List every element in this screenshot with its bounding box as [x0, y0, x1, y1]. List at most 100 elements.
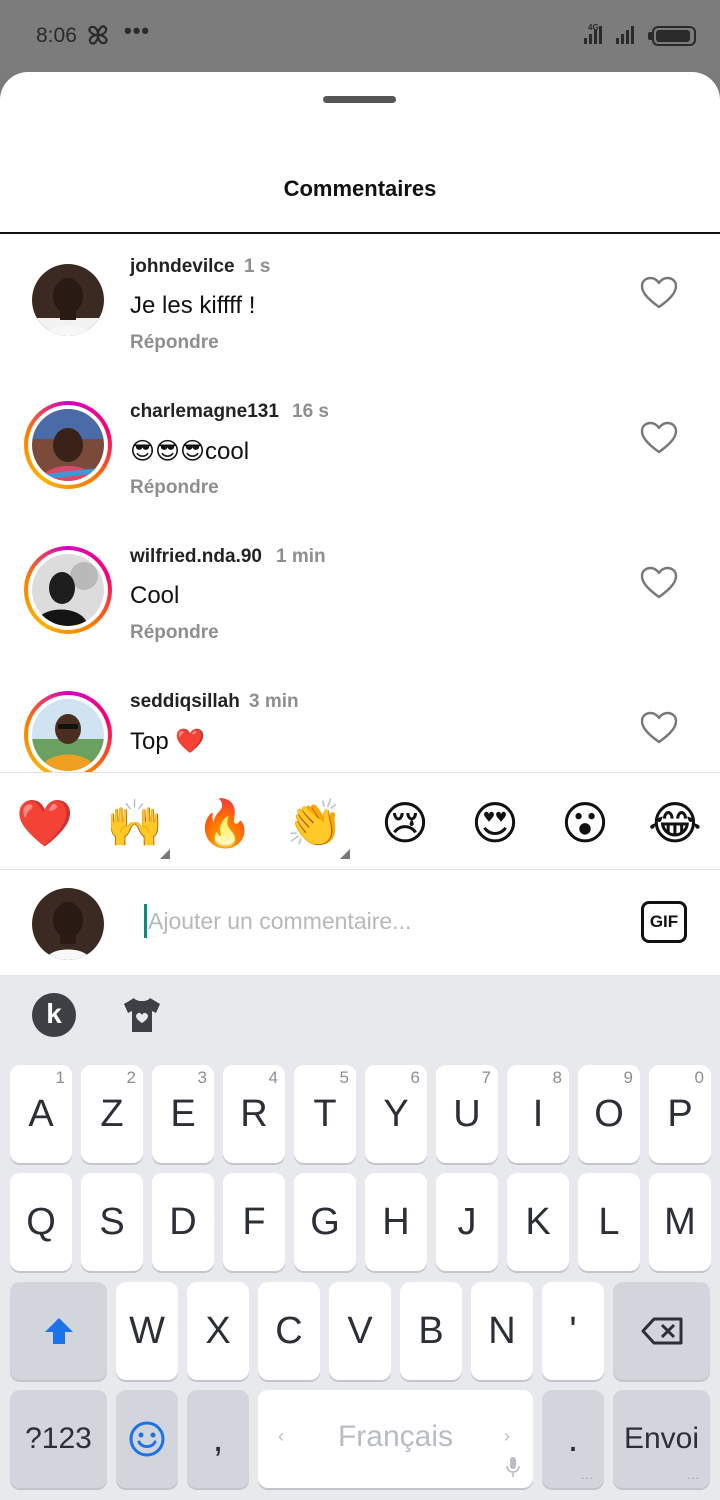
reaction-heart-eyes[interactable]: 😍	[465, 795, 525, 851]
reaction-crying[interactable]: 😢	[375, 795, 435, 851]
comment-username[interactable]: wilfried.nda.90	[130, 546, 262, 568]
gif-button[interactable]: GIF	[641, 901, 687, 943]
sheet-title: Commentaires	[283, 176, 437, 201]
comment-text: Top ❤️	[130, 728, 206, 755]
key-r[interactable]: 4R	[223, 1065, 285, 1163]
reaction-clap[interactable]: 👏	[285, 795, 345, 851]
key-u[interactable]: 7U	[436, 1065, 498, 1163]
comment-time: 1 min	[276, 546, 326, 567]
key-apostrophe[interactable]: '	[542, 1282, 604, 1380]
key-t[interactable]: 5T	[294, 1065, 356, 1163]
key-f[interactable]: F	[223, 1173, 285, 1271]
key-v[interactable]: V	[329, 1282, 391, 1380]
comma-key[interactable]: ,	[187, 1390, 249, 1488]
profile-photo	[32, 409, 104, 481]
comment-item: johndevilce 1 s Je les kiffff ! Répondre	[0, 234, 720, 379]
reply-button[interactable]: Répondre	[130, 332, 219, 354]
period-key[interactable]: ....	[542, 1390, 604, 1488]
tshirt-heart-icon[interactable]	[120, 993, 164, 1037]
key-y[interactable]: 6Y	[365, 1065, 427, 1163]
heart-icon[interactable]	[640, 711, 678, 745]
comment-input[interactable]	[144, 900, 604, 942]
smiley-icon	[129, 1421, 165, 1457]
comment-item: wilfried.nda.90 1 min Cool Répondre	[0, 524, 720, 669]
profile-photo	[32, 699, 104, 771]
comment-time: 16 s	[292, 401, 329, 422]
emoji-key[interactable]	[116, 1390, 178, 1488]
shift-arrow-icon	[45, 1318, 73, 1344]
key-e[interactable]: 3E	[152, 1065, 214, 1163]
profile-photo	[32, 888, 104, 960]
comment-time: 3 min	[249, 691, 299, 712]
reaction-raising-hands[interactable]: 🙌	[105, 795, 165, 851]
key-c[interactable]: C	[258, 1282, 320, 1380]
comment-item: seddiqsillah 3 min Top ❤️	[0, 669, 720, 772]
key-b[interactable]: B	[400, 1282, 462, 1380]
reaction-surprised[interactable]: 😮	[555, 795, 615, 851]
chevron-right-icon: ›	[504, 1426, 510, 1446]
avatar[interactable]	[24, 401, 112, 489]
keyboard-app-icon[interactable]: k	[32, 993, 76, 1037]
key-s[interactable]: S	[81, 1173, 143, 1271]
quick-reactions-bar: ❤️ 🙌 🔥 👏 😢 😍 😮 😂	[0, 772, 720, 870]
keyboard: k 1A 2Z 3E 4R 5T 6Y 7U 8I 9O 0P Q S D F …	[0, 975, 720, 1500]
key-q[interactable]: Q	[10, 1173, 72, 1271]
avatar	[32, 888, 104, 960]
signal-icon: 4G	[584, 23, 634, 44]
more-notifications-icon: •••	[124, 18, 151, 43]
enter-key[interactable]: Envoi...	[613, 1390, 710, 1488]
comments-list[interactable]: johndevilce 1 s Je les kiffff ! Répondre	[0, 234, 720, 772]
reaction-heart[interactable]: ❤️	[15, 795, 75, 851]
backspace-key[interactable]	[613, 1282, 710, 1380]
key-d[interactable]: D	[152, 1173, 214, 1271]
reply-button[interactable]: Répondre	[130, 622, 219, 644]
backspace-icon	[641, 1317, 683, 1345]
key-m[interactable]: M	[649, 1173, 711, 1271]
comment-username[interactable]: seddiqsillah	[130, 691, 240, 713]
status-bar: 8:06 ••• 4G	[0, 0, 720, 72]
comment-time: 1 s	[244, 256, 271, 277]
avatar[interactable]	[24, 256, 112, 344]
sheet-drag-handle[interactable]	[323, 96, 396, 103]
status-time: 8:06	[36, 24, 77, 47]
key-n[interactable]: N	[471, 1282, 533, 1380]
skin-tone-caret-icon	[160, 849, 170, 859]
avatar[interactable]	[24, 546, 112, 634]
space-key[interactable]: ‹ Français ›	[258, 1390, 533, 1488]
svg-text:4G: 4G	[588, 23, 599, 32]
comment-composer: GIF	[0, 870, 720, 975]
reaction-fire[interactable]: 🔥	[195, 795, 255, 851]
key-p[interactable]: 0P	[649, 1065, 711, 1163]
profile-photo	[32, 554, 104, 626]
pinwheel-icon	[88, 25, 108, 45]
reaction-laughing[interactable]: 😂	[645, 795, 705, 851]
heart-icon[interactable]	[640, 276, 678, 310]
microphone-icon	[506, 1457, 520, 1477]
symbols-key[interactable]: ?123	[10, 1390, 107, 1488]
key-o[interactable]: 9O	[578, 1065, 640, 1163]
key-i[interactable]: 8I	[507, 1065, 569, 1163]
key-a[interactable]: 1A	[10, 1065, 72, 1163]
heart-icon[interactable]	[640, 566, 678, 600]
key-l[interactable]: L	[578, 1173, 640, 1271]
profile-photo	[32, 264, 104, 336]
key-j[interactable]: J	[436, 1173, 498, 1271]
shift-key[interactable]	[10, 1282, 107, 1380]
comment-text: Je les kiffff !	[130, 292, 256, 319]
reply-button[interactable]: Répondre	[130, 477, 219, 499]
comment-item: charlemagne131 16 s 😎😎😎cool Répondre	[0, 379, 720, 524]
key-k[interactable]: K	[507, 1173, 569, 1271]
comment-username[interactable]: johndevilce	[130, 256, 235, 278]
avatar[interactable]	[24, 691, 112, 772]
key-w[interactable]: W	[116, 1282, 178, 1380]
battery-icon	[652, 26, 696, 46]
heart-icon[interactable]	[640, 421, 678, 455]
skin-tone-caret-icon	[340, 849, 350, 859]
comment-username[interactable]: charlemagne131	[130, 401, 279, 423]
comment-text: 😎😎😎cool	[130, 438, 250, 465]
comment-text: Cool	[130, 582, 180, 609]
key-x[interactable]: X	[187, 1282, 249, 1380]
key-z[interactable]: 2Z	[81, 1065, 143, 1163]
key-g[interactable]: G	[294, 1173, 356, 1271]
key-h[interactable]: H	[365, 1173, 427, 1271]
